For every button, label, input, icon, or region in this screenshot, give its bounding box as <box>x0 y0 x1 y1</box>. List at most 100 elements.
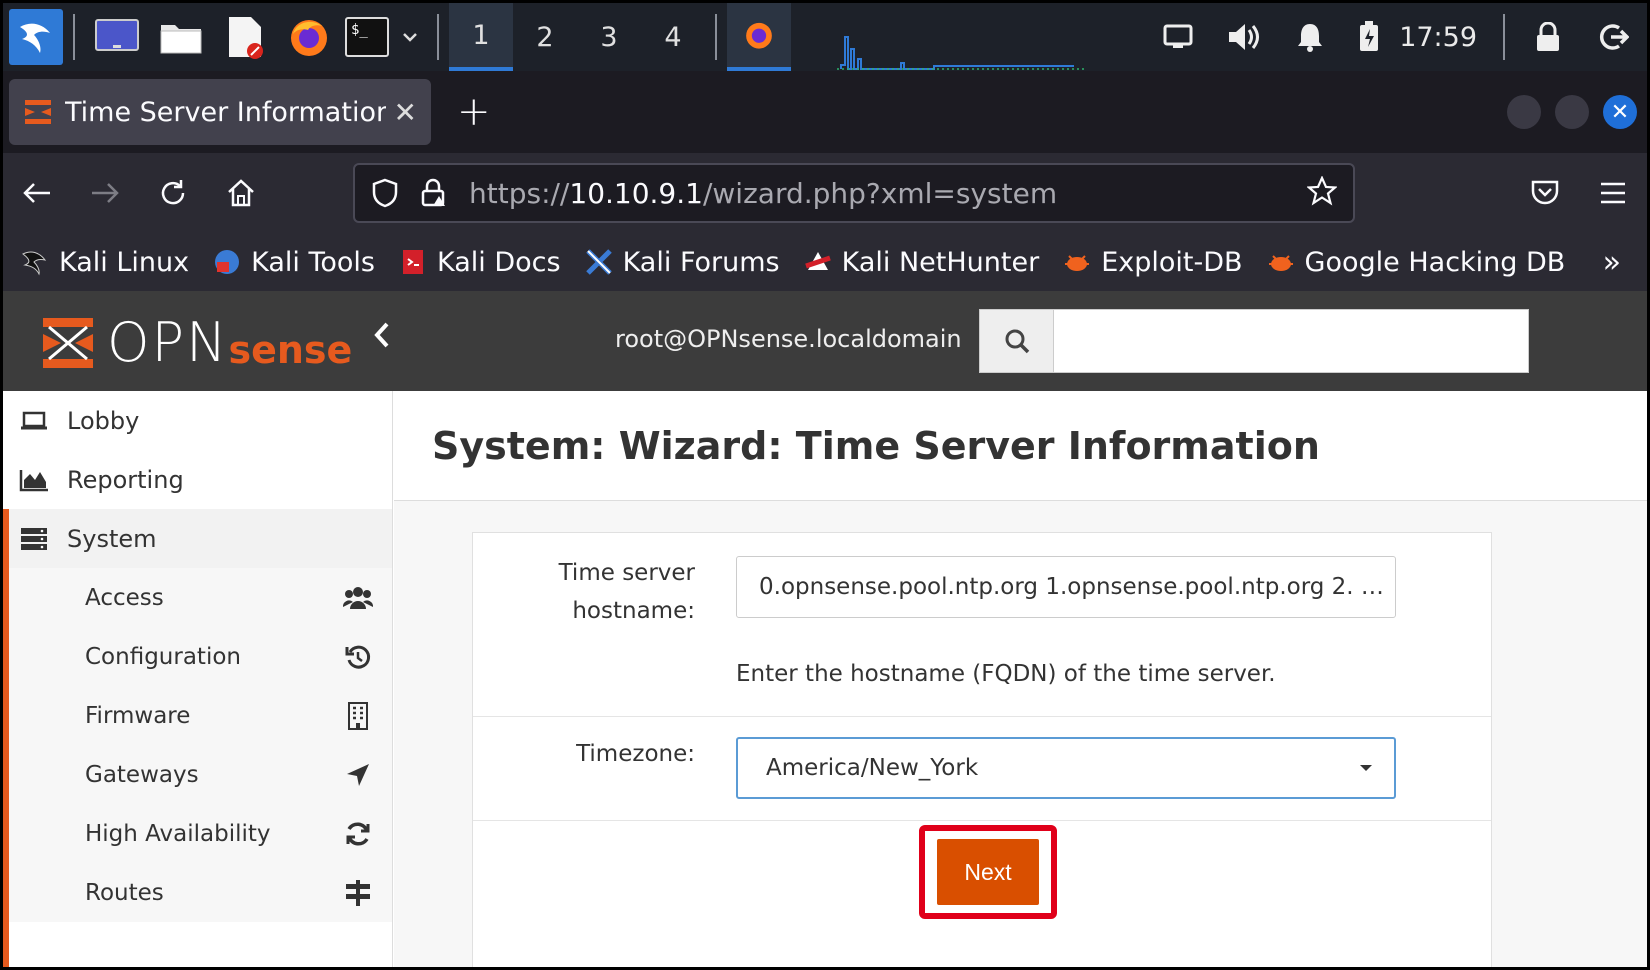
search-icon[interactable] <box>979 309 1053 373</box>
screen: $_ 1 2 3 4 17:59 Time Server Information… <box>3 3 1647 967</box>
display-icon[interactable] <box>1145 3 1211 71</box>
bookmark-exploit-db[interactable]: Exploit-DB <box>1063 247 1243 278</box>
tab-close-icon[interactable]: ✕ <box>394 96 417 129</box>
url-bar[interactable]: https://10.10.9.1/wizard.php?xml=system <box>353 163 1355 223</box>
sidebar-subitem-configuration[interactable]: Configuration <box>3 627 392 686</box>
exploit-db-icon <box>1063 248 1091 276</box>
clock[interactable]: 17:59 <box>1399 22 1477 53</box>
opnsense-header: OPN sense root@OPNsense.localdomain <box>3 291 1647 391</box>
forward-button[interactable] <box>71 153 139 233</box>
terminal-icon[interactable]: $_ <box>341 3 393 71</box>
next-button[interactable]: Next <box>937 839 1039 905</box>
workspace-2[interactable]: 2 <box>513 3 577 71</box>
minimize-button[interactable] <box>1507 95 1541 129</box>
kali-menu-icon[interactable] <box>9 9 63 65</box>
system-tray: 17:59 <box>1145 3 1647 71</box>
page-header: System: Wizard: Time Server Information <box>394 391 1647 501</box>
ghdb-icon <box>1267 248 1295 276</box>
bookmark-kali-nethunter[interactable]: Kali NetHunter <box>804 247 1039 278</box>
bookmarks-overflow-icon[interactable]: » <box>1603 245 1621 280</box>
bookmark-kali-tools[interactable]: Kali Tools <box>213 247 375 278</box>
building-icon <box>342 701 374 730</box>
taskbar-separator <box>437 14 439 60</box>
new-tab-button[interactable]: + <box>457 89 491 135</box>
workspace-4[interactable]: 4 <box>641 3 705 71</box>
sidebar-subitem-firmware[interactable]: Firmware <box>3 686 392 745</box>
bookmark-google-hacking-db[interactable]: Google Hacking DB <box>1267 247 1565 278</box>
user-label[interactable]: root@OPNsense.localdomain <box>615 325 962 353</box>
text-editor-icon[interactable] <box>213 3 277 71</box>
shield-icon <box>372 178 398 208</box>
firefox-window-button[interactable] <box>727 3 791 71</box>
back-button[interactable] <box>3 153 71 233</box>
sidebar-subitem-gateways[interactable]: Gateways <box>3 745 392 804</box>
show-desktop-icon[interactable] <box>85 3 149 71</box>
sidebar-item-lobby[interactable]: Lobby <box>3 391 392 450</box>
time-server-hostname-input[interactable]: 0.opnsense.pool.ntp.org 1.opnsense.pool.… <box>736 556 1396 618</box>
sidebar-subitem-routes[interactable]: Routes <box>3 863 392 922</box>
bookmark-kali-docs[interactable]: Kali Docs <box>399 247 561 278</box>
insecure-lock-icon <box>421 178 449 207</box>
taskbar-separator <box>715 14 717 60</box>
laptop-icon <box>17 411 51 431</box>
sidebar-subitem-high-availability[interactable]: High Availability <box>3 804 392 863</box>
home-button[interactable] <box>207 153 275 233</box>
wizard-panel: Time server hostname: 0.opnsense.pool.nt… <box>472 532 1492 967</box>
lock-icon[interactable] <box>1515 3 1581 71</box>
bookmark-star-icon[interactable] <box>1306 175 1338 210</box>
bookmarks-toolbar: Kali Linux Kali Tools Kali Docs Kali For… <box>3 233 1647 291</box>
timezone-row: Timezone: America/New_York <box>473 717 1491 821</box>
time-server-label: Time server hostname: <box>558 560 695 624</box>
maximize-button[interactable] <box>1555 95 1589 129</box>
search-box <box>979 309 1529 373</box>
search-input[interactable] <box>1053 309 1529 373</box>
pocket-icon[interactable] <box>1511 153 1579 233</box>
close-window-button[interactable]: ✕ <box>1603 95 1637 129</box>
sidebar-collapse-icon[interactable] <box>373 319 391 359</box>
bookmark-kali-forums[interactable]: Kali Forums <box>585 247 780 278</box>
opnsense-favicon-icon <box>25 100 51 124</box>
opnsense-logo-icon <box>43 317 93 368</box>
users-icon <box>342 585 374 611</box>
taskbar-separator <box>1503 14 1505 60</box>
location-arrow-icon <box>342 763 374 787</box>
notification-bell-icon[interactable] <box>1277 3 1343 71</box>
history-icon <box>342 644 374 670</box>
url-text: https://10.10.9.1/wizard.php?xml=system <box>469 176 1058 210</box>
sidebar-subitem-access[interactable]: Access <box>3 568 392 627</box>
hamburger-menu-icon[interactable] <box>1579 153 1647 233</box>
sidebar: Lobby Reporting System Access Configurat… <box>3 391 393 967</box>
firefox-icon <box>746 22 772 49</box>
main-content: System: Wizard: Time Server Information … <box>394 391 1647 967</box>
bookmark-kali-linux[interactable]: Kali Linux <box>21 247 189 278</box>
sidebar-item-reporting[interactable]: Reporting <box>3 450 392 509</box>
workspace-1[interactable]: 1 <box>449 3 513 71</box>
refresh-icon <box>342 821 374 847</box>
kali-tools-icon <box>213 248 241 276</box>
logout-icon[interactable] <box>1581 3 1647 71</box>
kali-docs-icon <box>399 248 427 276</box>
server-icon <box>17 527 51 551</box>
area-chart-icon <box>17 468 51 492</box>
opnsense-logo[interactable]: OPN sense <box>39 311 352 374</box>
timezone-label: Timezone: <box>576 741 695 767</box>
nav-right-tools <box>1511 153 1647 233</box>
taskbar-separator <box>73 14 75 60</box>
chevron-down-icon[interactable] <box>393 3 427 71</box>
battery-charging-icon[interactable] <box>1343 3 1395 71</box>
sidebar-item-system[interactable]: System <box>3 509 392 568</box>
browser-tab-active[interactable]: Time Server Information | ✕ <box>9 79 431 145</box>
kali-forums-icon <box>585 248 613 276</box>
browser-tab-bar: Time Server Information | ✕ + ✕ <box>3 71 1647 153</box>
firefox-icon[interactable] <box>277 3 341 71</box>
time-server-row: Time server hostname: 0.opnsense.pool.nt… <box>473 533 1491 717</box>
time-server-help-text: Enter the hostname (FQDN) of the time se… <box>736 661 1276 687</box>
timezone-select[interactable]: America/New_York <box>736 737 1396 799</box>
workspace-3[interactable]: 3 <box>577 3 641 71</box>
window-controls: ✕ <box>1507 95 1637 129</box>
reload-button[interactable] <box>139 153 207 233</box>
file-manager-icon[interactable] <box>149 3 213 71</box>
caret-down-icon <box>1360 765 1372 771</box>
volume-icon[interactable] <box>1211 3 1277 71</box>
sidebar-active-indicator <box>3 509 9 967</box>
